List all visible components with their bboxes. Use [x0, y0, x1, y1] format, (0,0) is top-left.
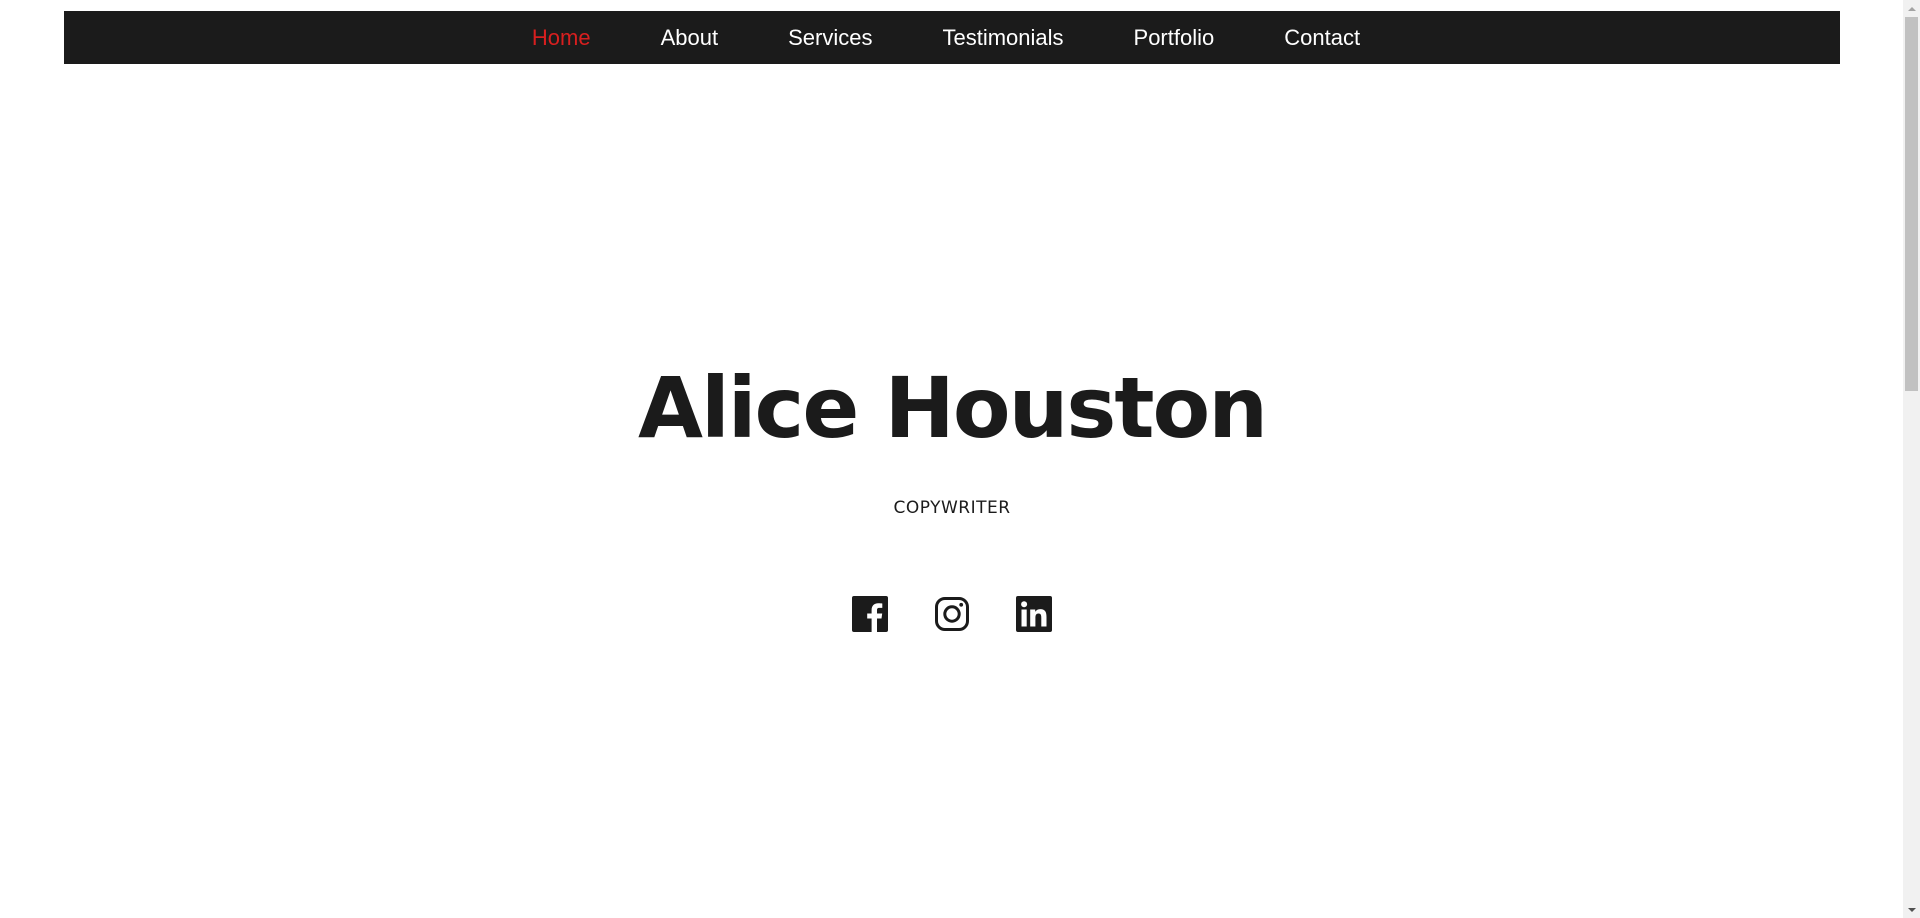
social-links — [0, 596, 1904, 632]
hero-role: COPYWRITER — [893, 498, 1011, 518]
facebook-icon — [852, 596, 888, 632]
nav-menu: Home About Services Testimonials Portfol… — [58, 11, 1834, 64]
linkedin-icon — [1016, 596, 1052, 632]
nav-link-about[interactable]: About — [661, 25, 719, 50]
nav-item-testimonials: Testimonials — [942, 11, 1063, 64]
scrollbar-thumb[interactable] — [1905, 17, 1918, 391]
nav-item-portfolio: Portfolio — [1134, 11, 1215, 64]
scroll-down-arrow[interactable] — [1903, 901, 1920, 918]
facebook-link[interactable] — [852, 596, 888, 632]
linkedin-link[interactable] — [1016, 596, 1052, 632]
nav-link-testimonials[interactable]: Testimonials — [942, 25, 1063, 50]
instagram-icon — [935, 597, 969, 631]
hero-name: Alice Houston — [637, 359, 1268, 457]
nav-item-home: Home — [532, 11, 591, 64]
nav-item-services: Services — [788, 11, 872, 64]
vertical-scrollbar[interactable] — [1903, 0, 1920, 918]
nav-link-services[interactable]: Services — [788, 25, 872, 50]
nav-item-contact: Contact — [1284, 11, 1360, 64]
instagram-link[interactable] — [934, 596, 970, 632]
scroll-up-arrow[interactable] — [1903, 0, 1920, 17]
nav-link-portfolio[interactable]: Portfolio — [1134, 25, 1215, 50]
page: Home About Services Testimonials Portfol… — [0, 0, 1920, 918]
nav-link-contact[interactable]: Contact — [1284, 25, 1360, 50]
navbar: Home About Services Testimonials Portfol… — [64, 11, 1840, 64]
nav-item-about: About — [661, 11, 719, 64]
nav-link-home[interactable]: Home — [532, 25, 591, 50]
